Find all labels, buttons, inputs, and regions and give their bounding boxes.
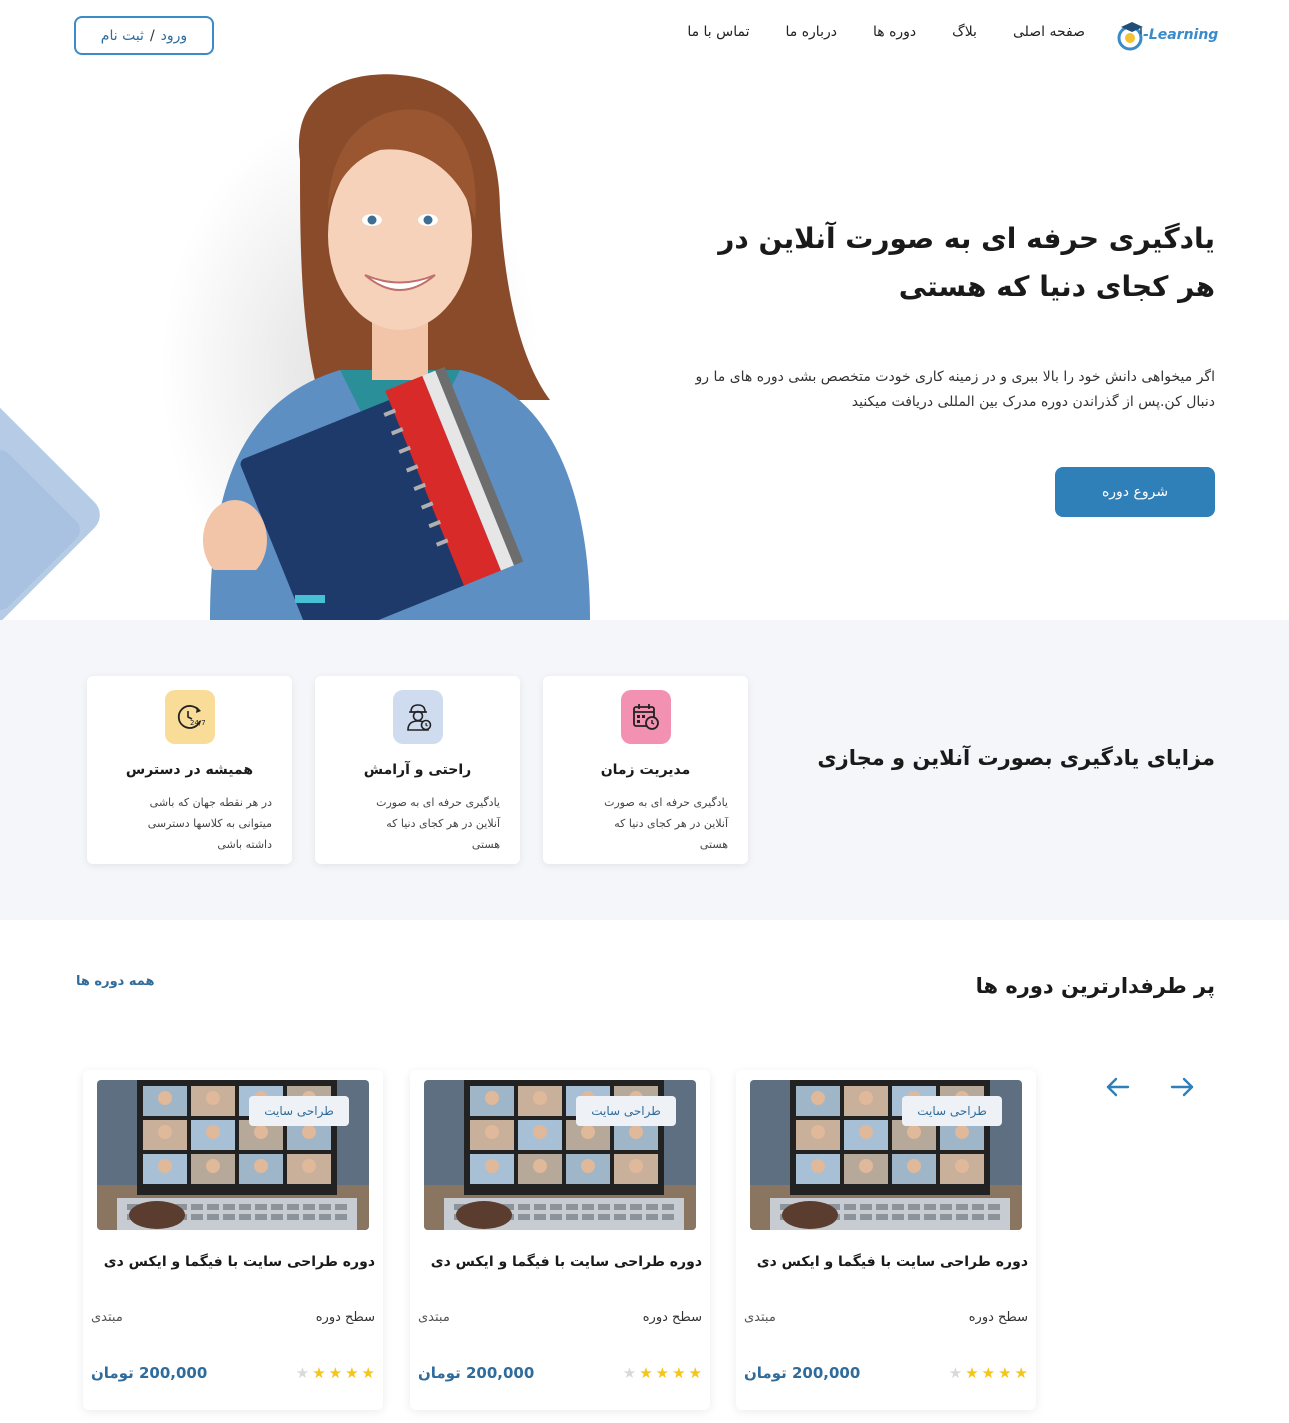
course-level-value: مبتدی xyxy=(91,1310,123,1325)
nav-contact[interactable]: تماس با ما xyxy=(687,24,749,40)
feature-text: در هر نقطه جهان که باشی میتوانی به کلاسه… xyxy=(147,796,272,851)
login-register-button[interactable]: ورود / ثبت نام xyxy=(74,16,214,55)
feature-text: یادگیری حرفه ای به صورت آنلاین در هر کجا… xyxy=(604,796,728,851)
site-header: -Learning صفحه اصلی بلاگ دوره ها درباره … xyxy=(0,0,1289,70)
course-level-label: سطح دوره xyxy=(642,1310,702,1325)
arrow-left-icon xyxy=(1106,1077,1130,1097)
feature-title: مدیریت زمان xyxy=(600,762,691,778)
star-filled-icon: ★ xyxy=(998,1364,1012,1382)
popular-courses-title: پر طرفدارترین دوره ها xyxy=(975,974,1215,998)
course-title[interactable]: دوره طراحی سایت با فیگما و ایکس دی xyxy=(418,1254,702,1270)
carousel-next-button[interactable] xyxy=(1167,1072,1197,1102)
feature-text: یادگیری حرفه ای به صورت آنلاین در هر کجا… xyxy=(376,796,500,851)
course-title[interactable]: دوره طراحی سایت با فیگما و ایکس دی xyxy=(91,1254,375,1270)
calendar-clock-icon xyxy=(621,690,671,744)
feature-card-comfort: راحتی و آرامش یادگیری حرفه ای به صورت آن… xyxy=(315,676,520,864)
course-level-value: مبتدی xyxy=(744,1310,776,1325)
course-category-tag[interactable]: طراحی سایت xyxy=(249,1096,349,1126)
course-title[interactable]: دوره طراحی سایت با فیگما و ایکس دی xyxy=(744,1254,1028,1270)
svg-text:24/7: 24/7 xyxy=(190,719,205,727)
star-empty-icon: ★ xyxy=(622,1364,637,1382)
hero-section: یادگیری حرفه ای به صورت آنلاین در هر کجا… xyxy=(0,70,1289,620)
login-label[interactable]: ورود xyxy=(161,28,188,44)
course-card[interactable]: طراحی سایت دوره طراحی سایت با فیگما و ای… xyxy=(83,1070,383,1410)
course-level-label: سطح دوره xyxy=(315,1310,375,1325)
star-filled-icon: ★ xyxy=(345,1364,359,1382)
star-filled-icon: ★ xyxy=(965,1364,979,1382)
carousel-prev-button[interactable] xyxy=(1103,1072,1133,1102)
star-filled-icon: ★ xyxy=(1014,1364,1028,1382)
course-rating: ★ ★ ★ ★ ★ xyxy=(623,1366,702,1381)
star-filled-icon: ★ xyxy=(639,1364,653,1382)
student-photo xyxy=(160,74,590,620)
course-rating: ★ ★ ★ ★ ★ xyxy=(949,1366,1028,1381)
main-nav: صفحه اصلی بلاگ دوره ها درباره ما تماس با… xyxy=(687,24,1085,40)
site-logo[interactable]: -Learning xyxy=(1115,18,1220,52)
course-thumbnail[interactable]: طراحی سایت xyxy=(750,1080,1022,1230)
course-thumbnail[interactable]: طراحی سایت xyxy=(97,1080,369,1230)
nav-blog[interactable]: بلاگ xyxy=(952,24,977,40)
course-category-tag[interactable]: طراحی سایت xyxy=(902,1096,1002,1126)
course-price: 200,000 تومان xyxy=(744,1364,861,1382)
clock-24-7-icon: 24/7 xyxy=(165,690,215,744)
course-price: 200,000 تومان xyxy=(91,1364,208,1382)
course-card[interactable]: طراحی سایت دوره طراحی سایت با فیگما و ای… xyxy=(736,1070,1036,1410)
nav-courses[interactable]: دوره ها xyxy=(873,24,916,40)
register-label[interactable]: ثبت نام xyxy=(101,28,144,44)
features-title: مزایای یادگیری بصورت آنلاین و مجازی xyxy=(817,746,1215,770)
nav-home[interactable]: صفحه اصلی xyxy=(1013,24,1085,40)
course-price: 200,000 تومان xyxy=(418,1364,535,1382)
feature-card-time-management: مدیریت زمان یادگیری حرفه ای به صورت آنلا… xyxy=(543,676,748,864)
feature-title: راحتی و آرامش xyxy=(363,762,472,778)
nav-about[interactable]: درباره ما xyxy=(786,24,837,40)
all-courses-link[interactable]: همه دوره ها xyxy=(76,974,154,989)
star-filled-icon: ★ xyxy=(312,1364,326,1382)
feature-title: همیشه در دسترس xyxy=(125,762,254,778)
arrow-right-icon xyxy=(1170,1077,1194,1097)
star-filled-icon: ★ xyxy=(328,1364,343,1382)
features-section: مزایای یادگیری بصورت آنلاین و مجازی مدیر… xyxy=(0,620,1289,920)
star-empty-icon: ★ xyxy=(295,1364,310,1382)
star-filled-icon: ★ xyxy=(688,1364,702,1382)
course-category-tag[interactable]: طراحی سایت xyxy=(576,1096,676,1126)
login-separator: / xyxy=(149,27,155,44)
course-rating: ★ ★ ★ ★ ★ xyxy=(296,1366,375,1381)
logo-text: -Learning xyxy=(1143,27,1219,43)
star-empty-icon: ★ xyxy=(948,1364,963,1382)
star-filled-icon: ★ xyxy=(981,1364,996,1382)
course-card[interactable]: طراحی سایت دوره طراحی سایت با فیگما و ای… xyxy=(410,1070,710,1410)
start-course-button[interactable]: شروع دوره xyxy=(1055,467,1215,517)
course-level-label: سطح دوره xyxy=(968,1310,1028,1325)
course-level-value: مبتدی xyxy=(418,1310,450,1325)
course-thumbnail[interactable]: طراحی سایت xyxy=(424,1080,696,1230)
feature-card-always-available: 24/7 همیشه در دسترس در هر نقطه جهان که ب… xyxy=(87,676,292,864)
star-filled-icon: ★ xyxy=(361,1364,375,1382)
hero-title: یادگیری حرفه ای به صورت آنلاین در هر کجا… xyxy=(718,222,1215,303)
hero-description: اگر میخواهی دانش خود را بالا ببری و در ز… xyxy=(695,369,1215,410)
star-filled-icon: ★ xyxy=(655,1364,670,1382)
star-filled-icon: ★ xyxy=(672,1364,686,1382)
worker-icon xyxy=(393,690,443,744)
